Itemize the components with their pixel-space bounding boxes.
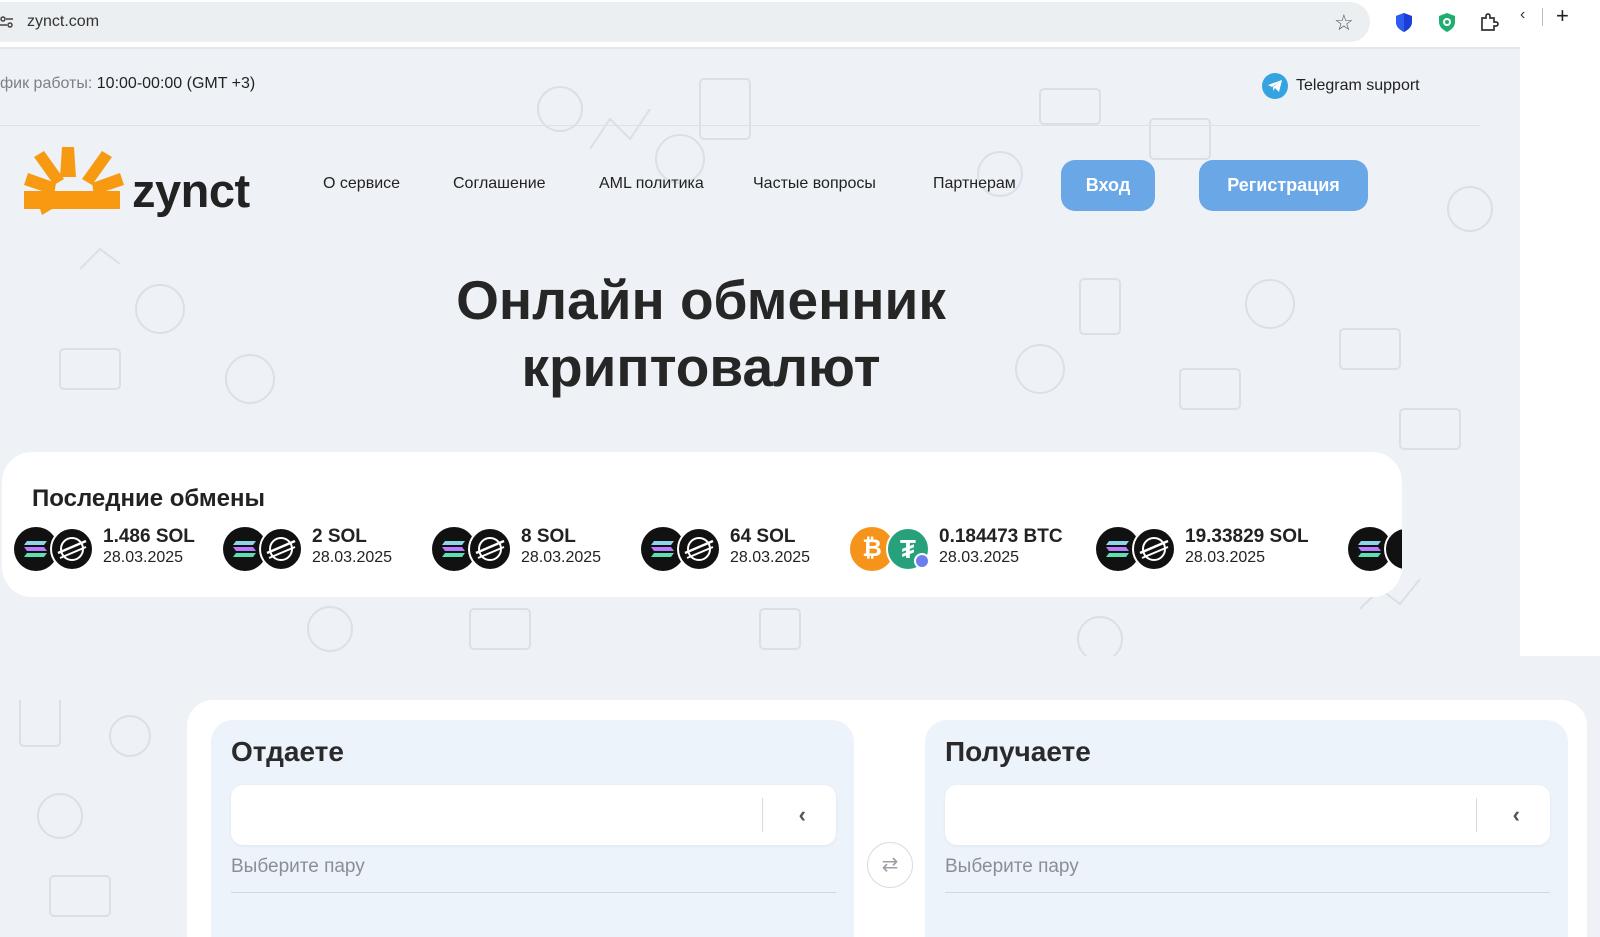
vpn-extension-icon[interactable] xyxy=(1436,11,1458,33)
exchange-section: Отдаете ‹ Выберите пару ⇄ Получаете ‹ Вы… xyxy=(0,656,1600,937)
coin-pair xyxy=(1096,527,1176,571)
select-divider xyxy=(762,798,763,832)
exchange-amount: 19.33829 SOL xyxy=(1185,526,1309,547)
page-gutter xyxy=(1520,49,1600,656)
get-currency-select[interactable]: ‹ xyxy=(945,785,1550,845)
get-panel: Получаете ‹ Выберите пару xyxy=(925,720,1568,937)
exchange-date: 28.03.2025 xyxy=(103,549,184,566)
working-hours-value: 10:00-00:00 (GMT +3) xyxy=(96,75,256,92)
hero-title-line2: криптовалют xyxy=(521,336,881,398)
give-pair-hint: Выберите пару xyxy=(231,856,365,877)
coin-pair xyxy=(1348,527,1402,571)
register-button[interactable]: Регистрация xyxy=(1199,160,1368,211)
give-title: Отдаете xyxy=(231,736,344,767)
nav-partners[interactable]: Партнерам xyxy=(933,175,1016,193)
exchange-amount: 64 SOL xyxy=(730,526,796,547)
xlm-coin-icon xyxy=(468,527,512,571)
recent-exchanges-card: Последние обмены 1.486 SOL 28.03.2025 2 … xyxy=(2,452,1402,597)
working-hours-label: фик работы: xyxy=(0,75,93,92)
telegram-support-link[interactable]: Telegram support xyxy=(1262,73,1420,99)
exchange-date: 28.03.2025 xyxy=(730,549,811,566)
swap-direction-button[interactable]: ⇄ xyxy=(867,842,913,888)
exchange-amount: 0.184473 BTC xyxy=(939,526,1063,547)
ethereum-network-badge-icon xyxy=(914,553,930,569)
hero-title-line1: Онлайн обменник xyxy=(456,269,946,331)
recent-exchanges-title: Последние обмены xyxy=(32,485,265,512)
url-text[interactable]: zynct.com xyxy=(27,13,99,31)
logo-mark-icon xyxy=(24,147,124,215)
exchange-amount: 1.486 SOL xyxy=(103,526,195,547)
nav-faq[interactable]: Частые вопросы xyxy=(753,175,876,193)
give-currency-select[interactable]: ‹ xyxy=(231,785,836,845)
exchange-amount: 2 SOL xyxy=(312,526,367,547)
coin-pair xyxy=(432,527,512,571)
coin-pair xyxy=(14,527,94,571)
login-button[interactable]: Вход xyxy=(1061,160,1155,211)
exchange-amount: 8 SOL xyxy=(521,526,576,547)
coin-pair: ₿ ₮ xyxy=(850,527,930,571)
nav-agreement[interactable]: Соглашение xyxy=(453,175,546,193)
xlm-coin-icon xyxy=(677,527,721,571)
chevron-left-icon[interactable]: ‹ xyxy=(799,802,806,828)
exchange-date: 28.03.2025 xyxy=(939,549,1020,566)
get-pair-hint: Выберите пару xyxy=(945,856,1079,877)
coin-pair xyxy=(641,527,721,571)
hero-title: Онлайн обменник криптовалют xyxy=(380,267,1022,401)
site-logo[interactable]: zynct xyxy=(24,147,264,217)
exchange-date: 28.03.2025 xyxy=(312,549,393,566)
get-hint-underline xyxy=(945,892,1550,893)
exchange-date: 28.03.2025 xyxy=(521,549,602,566)
nav-aml-policy[interactable]: AML политика xyxy=(599,175,704,193)
telegram-icon xyxy=(1262,73,1288,99)
browser-toolbar: zynct.com ☆ ‹ + xyxy=(0,0,1600,47)
extensions-puzzle-icon[interactable] xyxy=(1478,11,1500,33)
coin-pair xyxy=(223,527,303,571)
xlm-coin-icon xyxy=(50,527,94,571)
get-title: Получаете xyxy=(945,736,1091,767)
give-hint-underline xyxy=(231,892,836,893)
working-hours: фик работы: 10:00-00:00 (GMT +3) xyxy=(0,75,255,93)
tab-scroll-chevron-icon[interactable]: ‹ xyxy=(1520,6,1525,24)
logo-text: zynct xyxy=(132,164,250,217)
address-bar[interactable]: zynct.com ☆ xyxy=(0,2,1370,42)
bookmark-star-icon[interactable]: ☆ xyxy=(1334,10,1354,36)
select-divider xyxy=(1476,798,1477,832)
site-info-icon[interactable] xyxy=(0,14,14,30)
xlm-coin-icon xyxy=(1132,527,1176,571)
shield-extension-icon[interactable] xyxy=(1393,11,1415,33)
give-panel: Отдаете ‹ Выберите пару xyxy=(211,720,854,937)
exchange-date: 28.03.2025 xyxy=(1185,549,1266,566)
tab-separator xyxy=(1542,8,1543,26)
telegram-support-label: Telegram support xyxy=(1296,77,1420,94)
chevron-left-icon[interactable]: ‹ xyxy=(1513,802,1520,828)
nav-about[interactable]: О сервисе xyxy=(323,175,400,193)
site-header-section: фик работы: 10:00-00:00 (GMT +3) Telegra… xyxy=(0,49,1520,656)
header-divider xyxy=(0,125,1480,126)
recent-exchanges-list: 1.486 SOL 28.03.2025 2 SOL 28.03.2025 8 … xyxy=(14,523,1402,571)
new-tab-button[interactable]: + xyxy=(1556,3,1569,29)
xlm-coin-icon xyxy=(259,527,303,571)
